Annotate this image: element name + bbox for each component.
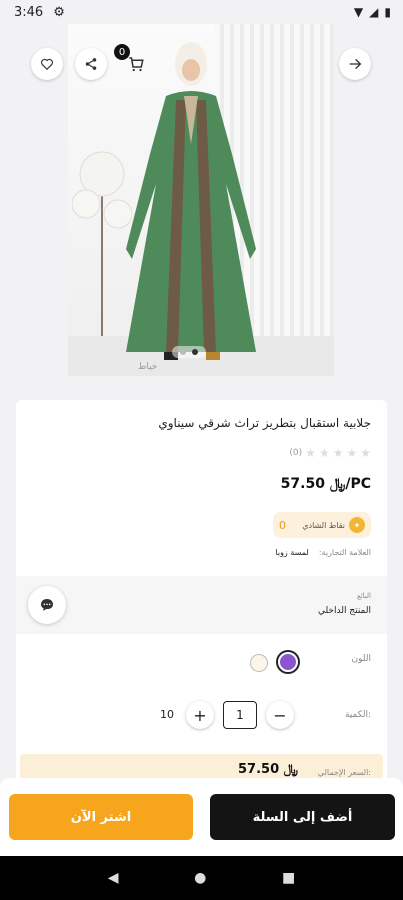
product-gallery: خياط 0 — [0, 24, 403, 384]
product-title: جلابية استقبال بتطريز تراث شرقي سيناوي — [158, 416, 371, 430]
settings-gear-icon: ⚙ — [53, 4, 65, 20]
gallery-pagination — [172, 346, 206, 358]
system-nav-bar: ◀ ● ■ — [0, 856, 403, 900]
favorite-button[interactable] — [31, 48, 63, 80]
add-to-cart-button[interactable]: أضف إلى السلة — [210, 794, 395, 840]
rating-count: (0) — [289, 448, 303, 458]
star-icon: ★ — [305, 446, 316, 460]
chat-button[interactable] — [28, 586, 66, 624]
brand-value[interactable]: لمسة زوبا — [275, 548, 308, 557]
product-price: 57.50 ﷼/PC — [280, 476, 371, 492]
star-icon: ★ — [346, 446, 358, 460]
share-icon — [85, 58, 97, 70]
points-label: نقاط الشادي — [302, 520, 345, 530]
product-image[interactable]: خياط — [68, 24, 334, 376]
status-icons: ▼ ◢ ▮ — [354, 5, 391, 19]
star-icon: ★ — [318, 446, 330, 460]
product-details-card: جلابية استقبال بتطريز تراث شرقي سيناوي ★… — [16, 400, 387, 830]
pagination-dot-active[interactable] — [192, 349, 198, 355]
image-watermark: خياط — [138, 362, 158, 372]
signal-icon: ◢ — [369, 5, 379, 19]
nav-recents-icon[interactable]: ■ — [282, 870, 295, 886]
cart-icon — [129, 57, 144, 72]
brand-row: العلامة التجارية: لمسة زوبا — [275, 548, 371, 557]
quantity-label: الكمية: — [344, 710, 371, 720]
stock-count: 10 — [160, 708, 174, 721]
star-icon: ★ — [332, 446, 344, 460]
color-swatch-purple[interactable] — [278, 652, 298, 672]
color-swatch-cream[interactable] — [250, 654, 268, 672]
coin-icon: ✦ — [349, 517, 365, 533]
increase-quantity-button[interactable]: + — [186, 701, 214, 729]
decrease-quantity-button[interactable]: − — [266, 701, 294, 729]
cart-count-badge: 0 — [114, 44, 130, 60]
nav-home-icon[interactable]: ● — [194, 870, 206, 886]
nav-back-icon[interactable]: ◀ — [108, 870, 119, 886]
seller-name[interactable]: المنتج الداخلي — [318, 606, 371, 616]
wifi-icon: ▼ — [353, 5, 364, 19]
arrow-right-icon — [349, 58, 362, 70]
buy-now-button[interactable]: اشتر الآن — [9, 794, 193, 840]
model-dress-illustration — [126, 42, 256, 360]
heart-icon — [41, 58, 53, 71]
brand-label: العلامة التجارية: — [318, 548, 371, 557]
total-label: السعر الإجمالي: — [317, 768, 371, 777]
cart-button[interactable]: 0 — [114, 44, 152, 80]
points-value: 0 — [279, 518, 286, 532]
share-button[interactable] — [75, 48, 107, 80]
chat-bubble-icon — [41, 599, 53, 611]
rating-stars: ★ ★ ★ ★ ★ (0) — [285, 446, 371, 460]
seller-section: البائع المنتج الداخلي — [16, 576, 387, 634]
battery-icon: ▮ — [384, 5, 391, 19]
star-icon: ★ — [360, 446, 371, 460]
bottom-action-bar: اشتر الآن أضف إلى السلة — [0, 778, 403, 856]
pagination-dot[interactable] — [180, 349, 186, 355]
status-bar: 3:46 ⚙ ▼ ◢ ▮ — [0, 0, 403, 24]
quantity-input[interactable]: 1 — [223, 701, 257, 729]
back-button[interactable] — [339, 48, 371, 80]
club-points-box: ✦ نقاط الشادي 0 — [273, 512, 371, 538]
color-label: اللون — [351, 654, 371, 664]
seller-label: البائع — [357, 592, 371, 600]
plus-icon: + — [193, 705, 207, 725]
total-value: 57.50 ﷼ — [238, 762, 299, 777]
status-time: 3:46 — [14, 4, 44, 20]
minus-icon: − — [273, 705, 287, 725]
